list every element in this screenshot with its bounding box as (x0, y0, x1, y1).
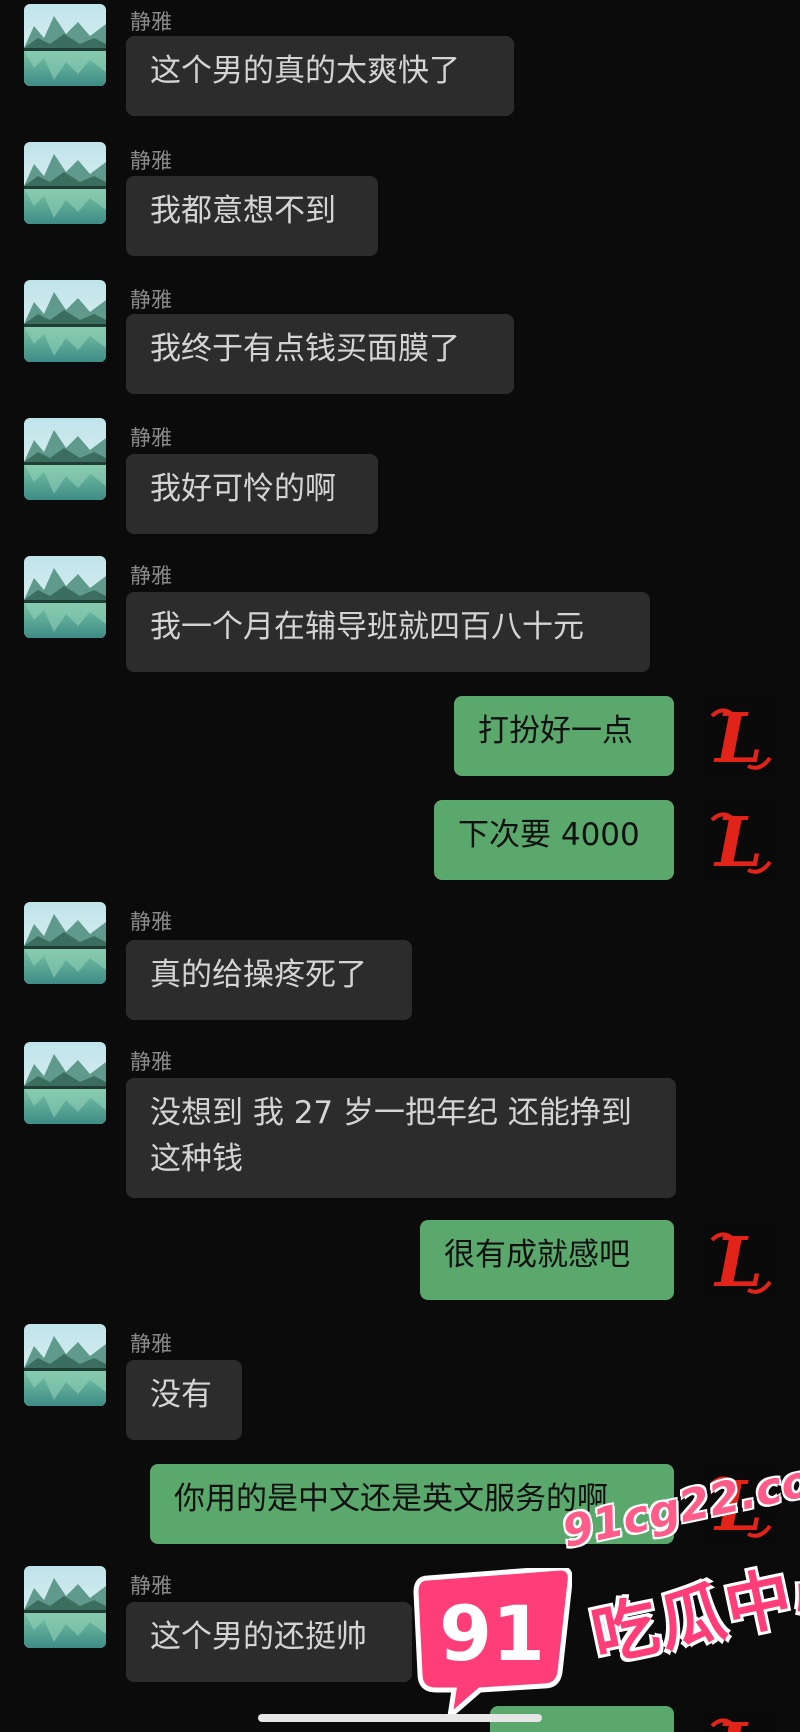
landscape-avatar-icon (24, 1324, 106, 1406)
watermark-brand: 吃瓜中心 (585, 1544, 800, 1676)
incoming-message-bubble[interactable]: 我终于有点钱买面膜了 (126, 314, 514, 394)
landscape-avatar-icon (24, 142, 106, 224)
contact-name: 静雅 (130, 910, 172, 934)
landscape-avatar-icon (24, 418, 106, 500)
self-avatar[interactable]: L (698, 1220, 780, 1302)
landscape-avatar-icon (24, 280, 106, 362)
contact-avatar[interactable] (24, 1324, 106, 1406)
contact-avatar[interactable] (24, 418, 106, 500)
watermark-badge-icon: 91 (413, 1568, 572, 1716)
self-avatar[interactable]: L (698, 800, 780, 882)
contact-name: 静雅 (130, 1332, 172, 1356)
contact-name: 静雅 (130, 288, 172, 312)
incoming-message-bubble[interactable]: 没有 (126, 1360, 242, 1440)
landscape-avatar-icon (24, 1566, 106, 1648)
watermark: 91 91cg22.com 吃瓜中心 (404, 1445, 800, 1732)
contact-avatar[interactable] (24, 1566, 106, 1648)
outgoing-message-bubble[interactable]: 很有成就感吧 (420, 1220, 674, 1300)
outgoing-message-bubble[interactable]: 打扮好一点 (454, 696, 674, 776)
contact-name: 静雅 (130, 1574, 172, 1598)
landscape-avatar-icon (24, 556, 106, 638)
incoming-message-bubble[interactable]: 这个男的还挺帅 (126, 1602, 412, 1682)
landscape-avatar-icon (24, 1042, 106, 1124)
contact-name: 静雅 (130, 1050, 172, 1074)
contact-name: 静雅 (130, 10, 172, 34)
contact-avatar[interactable] (24, 556, 106, 638)
incoming-message-bubble[interactable]: 我好可怜的啊 (126, 454, 378, 534)
contact-name: 静雅 (130, 149, 172, 173)
incoming-message-bubble[interactable]: 没想到 我 27 岁一把年纪 还能挣到 这种钱 (126, 1078, 676, 1198)
contact-avatar[interactable] (24, 902, 106, 984)
incoming-message-bubble[interactable]: 这个男的真的太爽快了 (126, 36, 514, 116)
landscape-avatar-icon (24, 4, 106, 86)
home-indicator[interactable] (258, 1714, 542, 1722)
watermark-url: 91cg22.com (558, 1445, 800, 1558)
contact-avatar[interactable] (24, 280, 106, 362)
landscape-avatar-icon (24, 902, 106, 984)
watermark-badge-number: 91 (439, 1589, 545, 1678)
contact-avatar[interactable] (24, 4, 106, 86)
self-avatar[interactable]: L (698, 696, 780, 778)
incoming-message-bubble[interactable]: 我一个月在辅导班就四百八十元 (126, 592, 650, 672)
red-gothic-letter-avatar-icon: L (698, 1220, 780, 1302)
contact-name: 静雅 (130, 564, 172, 588)
red-gothic-letter-avatar-icon: L (698, 800, 780, 882)
red-gothic-letter-avatar-icon: L (698, 696, 780, 778)
incoming-message-bubble[interactable]: 我都意想不到 (126, 176, 378, 256)
contact-avatar[interactable] (24, 1042, 106, 1124)
outgoing-message-bubble[interactable]: 下次要 4000 (434, 800, 674, 880)
contact-name: 静雅 (130, 426, 172, 450)
contact-avatar[interactable] (24, 142, 106, 224)
incoming-message-bubble[interactable]: 真的给操疼死了 (126, 940, 412, 1020)
